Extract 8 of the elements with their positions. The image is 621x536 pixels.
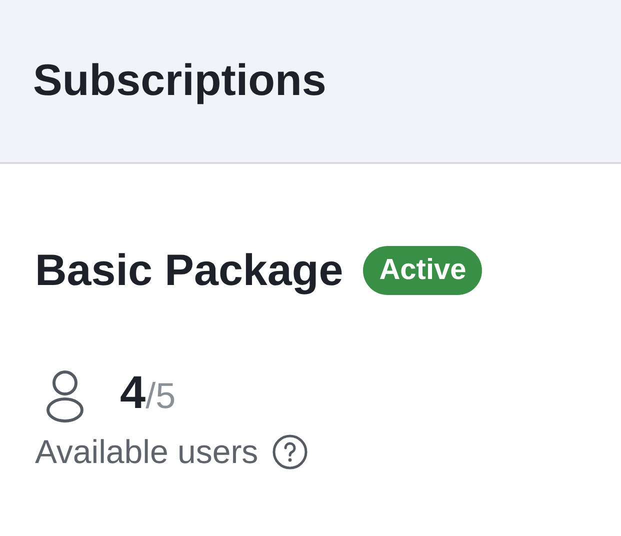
status-badge: Active: [363, 246, 482, 295]
available-users-label: Available users: [35, 433, 258, 471]
package-name: Basic Package: [35, 248, 344, 292]
help-icon[interactable]: [272, 434, 308, 470]
user-icon: [44, 369, 86, 423]
page-title: Subscriptions: [33, 59, 326, 103]
users-used: 4: [120, 369, 146, 415]
users-total: /5: [146, 378, 176, 414]
